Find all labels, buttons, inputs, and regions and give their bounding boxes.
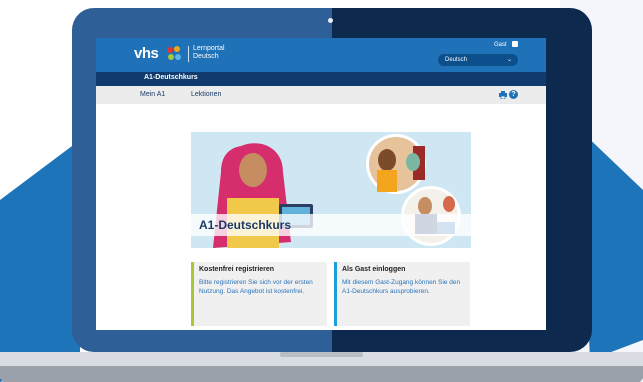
laptop-base [0,352,643,382]
nav-item-lektionen[interactable]: Lektionen [191,91,221,98]
nav-item-mein-a1[interactable]: Mein A1 [140,91,165,98]
course-bar: A1-Deutschkurs [96,72,546,86]
print-icon[interactable] [499,91,507,99]
app-screen: vhs Lernportal Deutsch Gast Deutsch ⌄ A1… [96,38,546,330]
portal-name: Lernportal Deutsch [193,45,225,60]
guest-label: Gast [494,42,507,48]
course-nav: Mein A1 Lektionen ? [96,86,546,104]
hero-banner: A1-Deutschkurs [191,132,471,248]
guest-login-card-body: Mit diesem Gast-Zugang können Sie den A1… [342,279,461,295]
help-icon[interactable]: ? [509,90,518,99]
camera-icon [328,18,333,23]
vhs-logo[interactable]: vhs [134,45,159,62]
register-card[interactable]: Kostenfrei registrieren Bitte registrier… [191,262,327,326]
hero-title: A1-Deutschkurs [199,218,292,232]
guest-login-card-title: Als Gast einloggen [342,266,406,273]
top-header: vhs Lernportal Deutsch Gast Deutsch ⌄ [96,38,546,72]
register-card-body: Bitte registrieren Sie sich vor der erst… [199,279,313,295]
chevron-down-icon: ⌄ [506,57,512,63]
register-card-title: Kostenfrei registrieren [199,266,275,273]
logo-mark-icon [167,46,181,60]
course-title: A1-Deutschkurs [144,74,198,81]
language-select[interactable]: Deutsch ⌄ [438,54,518,66]
lock-icon[interactable] [512,41,518,47]
guest-login-card[interactable]: Als Gast einloggen Mit diesem Gast-Zugan… [334,262,470,326]
